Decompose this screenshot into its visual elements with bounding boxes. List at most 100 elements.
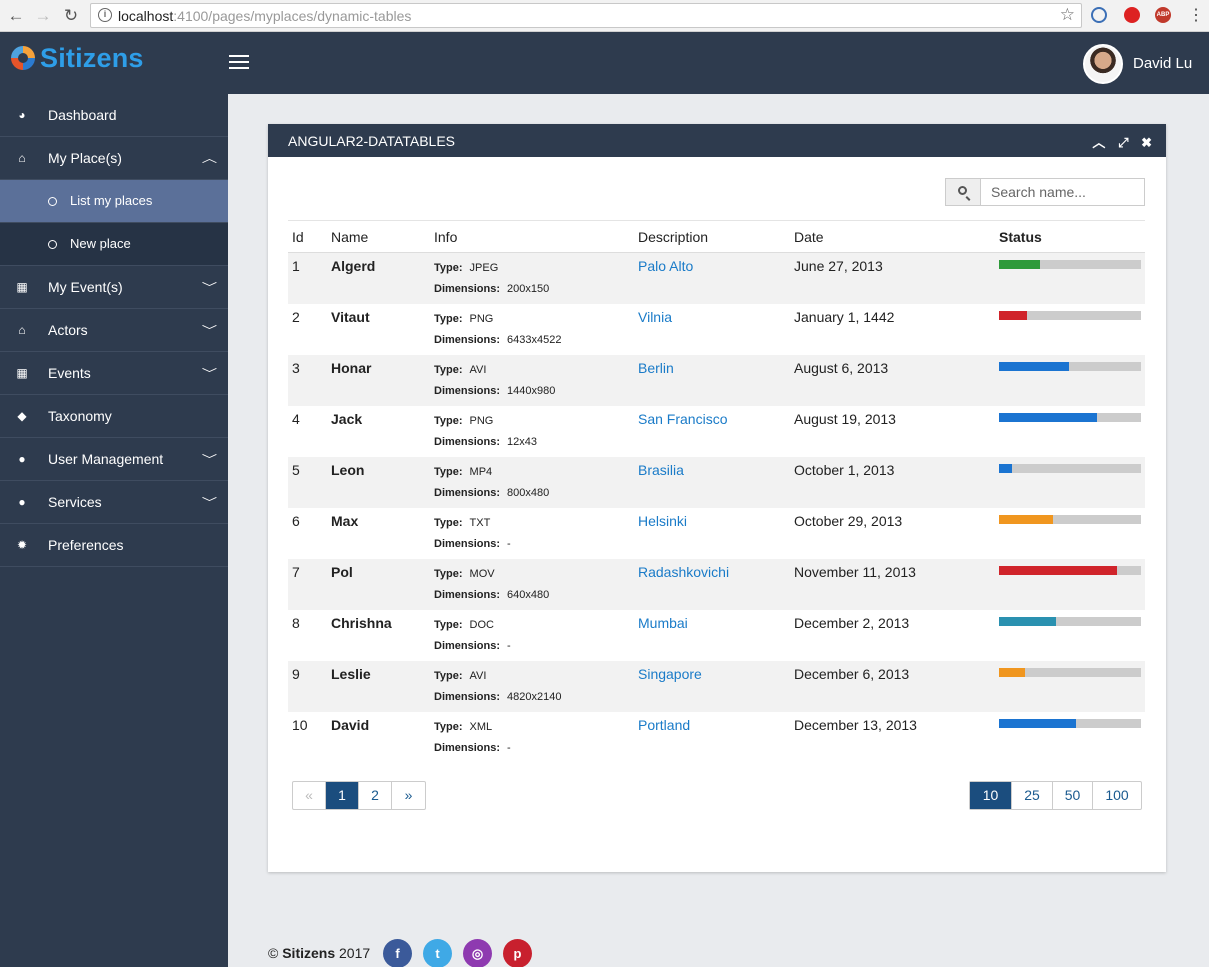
table-row[interactable]: 3 Honar Type: AVI Dimensions: 1440x980 Berlin A…: [288, 354, 1145, 406]
cell-info: Type: PNG Dimensions: 12x43: [430, 406, 634, 457]
page-size-10[interactable]: 10: [970, 782, 1012, 809]
sidebar-subitem-new-place[interactable]: New place: [0, 223, 228, 266]
sidebar-item-label: User Management: [48, 451, 164, 467]
sidebar-item-actors[interactable]: ⌂ Actors ﹀: [0, 309, 228, 352]
user-icon: ●: [18, 452, 26, 466]
info-dimensions-label: Dimensions:: [434, 588, 501, 601]
page-button-1[interactable]: 1: [326, 782, 359, 809]
info-type: Type: MP4: [434, 462, 630, 483]
user-name[interactable]: David Lu: [1133, 55, 1192, 72]
twitter-icon[interactable]: t: [423, 939, 452, 967]
cell-name: Honar: [327, 354, 430, 406]
sidebar-item-events[interactable]: ▦ Events ﹀: [0, 352, 228, 395]
cell-description: Vilnia: [634, 304, 790, 355]
info-dimensions: Dimensions: 1440x980: [434, 381, 630, 402]
adblock-icon[interactable]: ABP: [1155, 7, 1171, 23]
back-icon[interactable]: ←: [5, 5, 27, 27]
facebook-icon[interactable]: f: [383, 939, 412, 967]
page-size-25[interactable]: 25: [1012, 782, 1053, 809]
prev-page-button[interactable]: «: [293, 782, 326, 809]
hamburger-menu-icon[interactable]: [229, 55, 249, 70]
info-type-label: Type:: [434, 414, 463, 427]
instagram-icon[interactable]: ◎: [463, 939, 492, 967]
info-icon[interactable]: i: [98, 8, 112, 22]
table-row[interactable]: 7 Pol Type: MOV Dimensions: 640x480 Radashkovi…: [288, 558, 1145, 610]
brand-name[interactable]: Sitizens: [40, 43, 144, 74]
table-row[interactable]: 9 Leslie Type: AVI Dimensions: 4820x2140 Singa…: [288, 660, 1145, 712]
page-size-50[interactable]: 50: [1053, 782, 1093, 809]
extension-icon[interactable]: [1124, 7, 1140, 23]
search-input[interactable]: [982, 179, 1144, 205]
search-button[interactable]: [946, 179, 981, 205]
description-link[interactable]: Singapore: [638, 666, 702, 682]
table-row[interactable]: 6 Max Type: TXT Dimensions: - Helsinki October …: [288, 508, 1145, 559]
next-page-button[interactable]: »: [392, 782, 425, 809]
address-bar[interactable]: i localhost:4100/pages/myplaces/dynamic-…: [90, 3, 1082, 28]
sidebar-item-services[interactable]: ● Services ﹀: [0, 481, 228, 524]
description-link[interactable]: Palo Alto: [638, 258, 693, 274]
description-link[interactable]: Brasilia: [638, 462, 684, 478]
reload-icon[interactable]: ↻: [60, 5, 82, 27]
info-type-value: DOC: [469, 618, 494, 631]
description-link[interactable]: Mumbai: [638, 615, 688, 631]
status-progress-fill: [999, 463, 1012, 473]
status-progress-bar: [999, 310, 1141, 320]
table-row[interactable]: 8 Chrishna Type: DOC Dimensions: - Mumbai Decem…: [288, 610, 1145, 661]
description-link[interactable]: Helsinki: [638, 513, 687, 529]
info-type: Type: XML: [434, 717, 630, 738]
column-header-name[interactable]: Name: [327, 220, 430, 253]
bank-icon: ⌂: [18, 323, 26, 337]
column-header-id[interactable]: Id: [288, 220, 327, 253]
avatar[interactable]: [1083, 44, 1123, 84]
logo-icon[interactable]: [11, 46, 35, 70]
close-icon[interactable]: ✖: [1141, 135, 1152, 151]
forward-icon[interactable]: →: [32, 5, 54, 27]
cell-name: David: [331, 716, 370, 733]
info-dimensions-label: Dimensions:: [434, 741, 501, 754]
sidebar: ◕ Dashboard ⌂ My Place(s) ︿ List my plac…: [0, 94, 228, 967]
sidebar-subitem-list-my-places[interactable]: List my places: [0, 180, 228, 223]
description-link[interactable]: Radashkovichi: [638, 564, 729, 580]
page-button-2[interactable]: 2: [359, 782, 392, 809]
cell-info: Type: MP4 Dimensions: 800x480: [430, 456, 634, 508]
info-type-label: Type:: [434, 363, 463, 376]
user-icon: ●: [18, 495, 26, 509]
cell-status: [995, 354, 1145, 406]
description-link[interactable]: Vilnia: [638, 309, 672, 325]
description-link[interactable]: Portland: [638, 717, 690, 733]
pinterest-icon[interactable]: p: [503, 939, 532, 967]
table-row[interactable]: 1 Algerd Type: JPEG Dimensions: 200x150 Palo A…: [288, 252, 1145, 304]
gear-icon: ✹: [16, 538, 28, 552]
column-header-description[interactable]: Description: [634, 220, 790, 253]
cell-status: [995, 712, 1145, 763]
cell-id: 1: [288, 252, 327, 304]
cell-id: 3: [288, 354, 327, 406]
browser-menu-icon[interactable]: ⋮: [1188, 5, 1204, 25]
sidebar-item-dashboard[interactable]: ◕ Dashboard: [0, 94, 228, 137]
extension-icon[interactable]: [1091, 7, 1107, 23]
collapse-icon[interactable]: ︿: [1092, 132, 1105, 151]
search-icon: [958, 186, 967, 195]
table-row[interactable]: 5 Leon Type: MP4 Dimensions: 800x480 Brasilia O…: [288, 456, 1145, 508]
sidebar-item-taxonomy[interactable]: ◆ Taxonomy: [0, 395, 228, 438]
info-type-value: JPEG: [469, 262, 499, 274]
url-text[interactable]: localhost:4100/pages/myplaces/dynamic-ta…: [118, 8, 411, 24]
bookmark-star-icon[interactable]: ☆: [1060, 5, 1075, 25]
page-size-100[interactable]: 100: [1093, 782, 1141, 809]
description-link[interactable]: San Francisco: [638, 411, 727, 427]
column-header-status[interactable]: Status: [995, 220, 1145, 253]
status-progress-bar: [999, 361, 1141, 371]
table-row[interactable]: 2 Vitaut Type: PNG Dimensions: 6433x4522 Vilni…: [288, 304, 1145, 355]
column-header-info[interactable]: Info: [430, 220, 634, 253]
sidebar-item-user-management[interactable]: ● User Management ﹀: [0, 438, 228, 481]
chevron-down-icon: ﹀: [201, 497, 218, 509]
expand-icon[interactable]: ⤢: [1118, 135, 1128, 151]
description-link[interactable]: Berlin: [638, 360, 674, 376]
table-row[interactable]: 4 Jack Type: PNG Dimensions: 12x43 San Francis…: [288, 406, 1145, 457]
table-row[interactable]: 10 David Type: XML Dimensions: - Portland Decem…: [288, 712, 1145, 763]
column-header-date[interactable]: Date: [790, 220, 995, 253]
sidebar-item-my-places[interactable]: ⌂ My Place(s) ︿: [0, 137, 228, 180]
sidebar-item-preferences[interactable]: ✹ Preferences: [0, 524, 228, 567]
cell-status: [995, 558, 1145, 610]
sidebar-item-my-events[interactable]: ▦ My Event(s) ﹀: [0, 266, 228, 309]
